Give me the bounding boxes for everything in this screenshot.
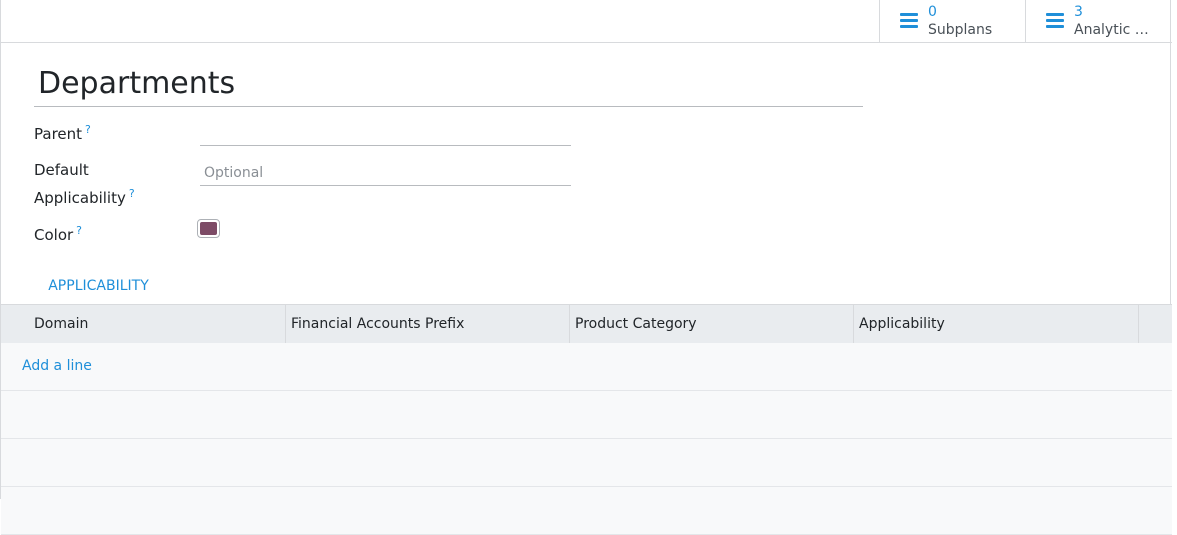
- color-swatch: [200, 222, 217, 235]
- table-header: Domain Financial Accounts Prefix Product…: [1, 304, 1172, 343]
- add-line-link[interactable]: Add a line: [22, 356, 92, 376]
- default-applicability-select[interactable]: Optional: [200, 160, 571, 186]
- color-help-icon[interactable]: ?: [76, 224, 82, 237]
- subplans-stat-button[interactable]: 0 Subplans: [879, 0, 1025, 43]
- parent-help-icon[interactable]: ?: [85, 123, 91, 136]
- analytic-accounts-stat-button[interactable]: 3 Analytic A...: [1025, 0, 1172, 43]
- default-applicability-line2: Applicability: [34, 189, 126, 207]
- list-icon: [1046, 13, 1064, 29]
- form-sheet: 0 Subplans 3 Analytic A... Departments P…: [0, 0, 1172, 535]
- color-label: Color?: [34, 219, 82, 247]
- default-applicability-label: Default Applicability?: [34, 158, 135, 210]
- list-icon: [900, 13, 918, 29]
- default-applicability-line1: Default: [34, 161, 89, 179]
- table-row: [1, 343, 1172, 391]
- name-field[interactable]: Departments: [34, 62, 863, 107]
- column-header-financial-accounts-prefix[interactable]: Financial Accounts Prefix: [286, 305, 570, 343]
- parent-input[interactable]: [200, 120, 571, 146]
- analytic-accounts-label: Analytic A...: [1074, 22, 1156, 38]
- parent-label-text: Parent: [34, 125, 83, 143]
- column-header-domain[interactable]: Domain: [29, 305, 286, 343]
- table-row: [1, 439, 1172, 487]
- default-applicability-placeholder: Optional: [204, 165, 264, 181]
- table-row: [1, 391, 1172, 439]
- column-header-product-category[interactable]: Product Category: [570, 305, 854, 343]
- color-label-text: Color: [34, 226, 74, 244]
- column-header-applicability[interactable]: Applicability: [854, 305, 1139, 343]
- analytic-accounts-count: 3: [1074, 4, 1083, 20]
- table-row: [1, 487, 1172, 535]
- color-picker[interactable]: [197, 219, 220, 238]
- tab-applicability[interactable]: APPLICABILITY: [34, 270, 163, 305]
- parent-label: Parent?: [34, 118, 91, 146]
- subplans-count: 0: [928, 4, 937, 20]
- default-applicability-help-icon[interactable]: ?: [129, 187, 135, 200]
- button-box: 0 Subplans 3 Analytic A...: [1, 0, 1172, 43]
- subplans-label: Subplans: [928, 22, 993, 38]
